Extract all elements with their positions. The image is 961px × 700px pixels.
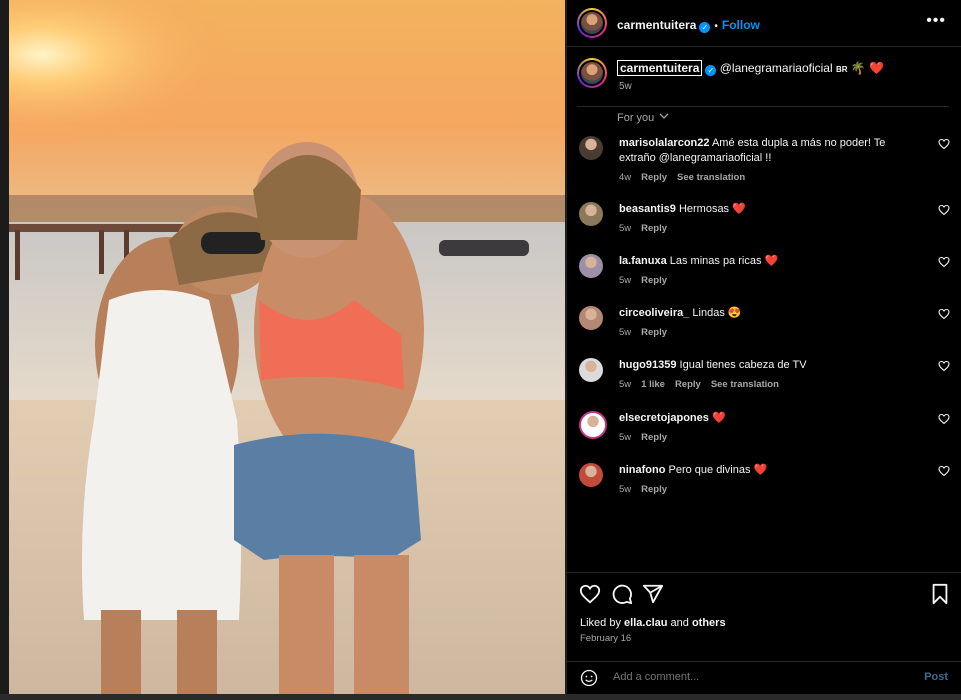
reply-button[interactable]: Reply	[641, 484, 667, 495]
post-date: February 16	[580, 633, 632, 644]
comment-body: la.fanuxa Las minas pa ricas ❤️ 5w Reply	[619, 254, 919, 288]
comment-like-heart-icon[interactable]	[938, 465, 950, 477]
commenter-username[interactable]: marisolalarcon22	[619, 137, 710, 149]
add-comment-row: Post	[567, 661, 961, 696]
comment-age: 5w	[619, 379, 632, 390]
verified-badge-icon: ✓	[705, 65, 717, 76]
post-detail-panel: carmentuitera ✓ • Follow ••• carmentuitera ✓…	[566, 0, 961, 694]
comment-meta: 5w Reply	[619, 221, 919, 236]
commenter-username[interactable]: la.fanuxa	[619, 255, 667, 267]
caption-age: 5w	[619, 81, 632, 92]
comment-age: 5w	[619, 275, 632, 286]
comment-like-count[interactable]: 1 like	[641, 379, 665, 390]
caption-tree-emoji: 🌴	[850, 61, 866, 75]
reply-button[interactable]: Reply	[675, 379, 701, 390]
comment-body: marisolalarcon22 Amé esta dupla a más no…	[619, 136, 919, 185]
comment-text: Igual tienes cabeza de TV	[679, 359, 807, 371]
comment-text: Pero que divinas ❤️	[668, 464, 768, 476]
post-photo[interactable]	[9, 0, 565, 694]
caption-text: carmentuitera ✓ @lanegramariaoficial BR 🌴…	[617, 60, 885, 76]
commenter-avatar[interactable]	[579, 254, 603, 278]
commenter-username[interactable]: elsecretojapones	[619, 412, 709, 424]
liked-prefix: Liked by	[580, 617, 621, 629]
heart-icon[interactable]	[579, 583, 601, 605]
comment-text: Las minas pa ricas ❤️	[669, 255, 779, 267]
comment-like-heart-icon[interactable]	[938, 413, 950, 425]
bookmark-icon[interactable]	[929, 583, 951, 605]
liked-others[interactable]: others	[692, 617, 726, 629]
commenter-avatar[interactable]	[579, 202, 603, 226]
reply-button[interactable]: Reply	[641, 223, 667, 234]
share-icon[interactable]	[642, 583, 664, 605]
comment-text: Hermosas ❤️	[678, 203, 746, 215]
author-avatar[interactable]	[577, 8, 607, 38]
caption-flag: BR	[835, 65, 848, 74]
caption-heart-emoji: ❤️	[869, 61, 885, 75]
comment-like-heart-icon[interactable]	[938, 308, 950, 320]
comment-sort-dropdown[interactable]: For you	[617, 112, 669, 124]
comment-like-heart-icon[interactable]	[938, 204, 950, 216]
post-footer: Liked by ella.clau and others February 1…	[567, 572, 961, 695]
commenter-username[interactable]: beasantis9	[619, 203, 676, 215]
comment-meta: 4w Reply See translation	[619, 170, 919, 185]
comment-text: ❤️	[711, 412, 726, 424]
more-options-icon[interactable]: •••	[926, 12, 946, 30]
emoji-icon[interactable]	[580, 669, 598, 687]
caption-divider	[577, 106, 949, 107]
commenter-avatar[interactable]	[579, 358, 603, 382]
comment-meta: 5w Reply	[619, 325, 919, 340]
comment-body: beasantis9 Hermosas ❤️ 5w Reply	[619, 202, 919, 236]
post-comment-button[interactable]: Post	[924, 671, 948, 683]
comment-age: 5w	[619, 484, 632, 495]
comment-age: 5w	[619, 223, 632, 234]
author-line: carmentuitera ✓ • Follow	[617, 16, 760, 34]
commenter-avatar[interactable]	[579, 411, 607, 439]
comment-meta: 5w Reply	[619, 430, 919, 445]
verified-badge-icon: ✓	[699, 22, 711, 33]
commenter-avatar[interactable]	[579, 463, 603, 487]
reply-button[interactable]: Reply	[641, 432, 667, 443]
comment-icon[interactable]	[611, 583, 633, 605]
comment-body: elsecretojapones ❤️ 5w Reply	[619, 411, 919, 445]
comment-text: Lindas 😍	[692, 307, 742, 319]
comment-like-heart-icon[interactable]	[938, 256, 950, 268]
reply-button[interactable]: Reply	[641, 275, 667, 286]
liked-and: and	[670, 617, 689, 629]
see-translation-button[interactable]: See translation	[677, 172, 745, 183]
caption-username[interactable]: carmentuitera	[617, 60, 703, 76]
comment-like-heart-icon[interactable]	[938, 138, 950, 150]
commenter-username[interactable]: hugo91359	[619, 359, 676, 371]
comment-age: 5w	[619, 432, 632, 443]
chevron-down-icon	[659, 113, 669, 119]
commenter-avatar[interactable]	[579, 136, 603, 160]
bottom-strip	[0, 694, 961, 700]
author-username[interactable]: carmentuitera	[617, 18, 696, 32]
comment-meta: 5w Reply	[619, 273, 919, 288]
see-translation-button[interactable]: See translation	[711, 379, 779, 390]
liked-user[interactable]: ella.clau	[624, 617, 667, 629]
commenter-username[interactable]: ninafono	[619, 464, 665, 476]
caption-avatar[interactable]	[577, 58, 607, 88]
comment-meta: 5w 1 like Reply See translation	[619, 377, 919, 392]
post-header: carmentuitera ✓ • Follow •••	[567, 0, 961, 47]
commenter-avatar[interactable]	[579, 306, 603, 330]
commenter-username[interactable]: circeoliveira_	[619, 307, 689, 319]
follow-button[interactable]: Follow	[722, 18, 760, 32]
caption-mention[interactable]: @lanegramariaoficial	[720, 61, 833, 75]
add-comment-input[interactable]	[611, 670, 757, 684]
reply-button[interactable]: Reply	[641, 327, 667, 338]
comment-age: 5w	[619, 327, 632, 338]
likes-summary: Liked by ella.clau and others	[580, 617, 726, 629]
comment-like-heart-icon[interactable]	[938, 360, 950, 372]
comment-body: hugo91359 Igual tienes cabeza de TV 5w 1 l…	[619, 358, 919, 392]
sort-label: For you	[617, 112, 655, 124]
comment-age: 4w	[619, 172, 632, 183]
comment-body: circeoliveira_ Lindas 😍 5w Reply	[619, 306, 919, 340]
separator-dot: •	[714, 21, 718, 32]
comment-body: ninafono Pero que divinas ❤️ 5w Reply	[619, 463, 919, 497]
comment-meta: 5w Reply	[619, 482, 919, 497]
reply-button[interactable]: Reply	[641, 172, 667, 183]
